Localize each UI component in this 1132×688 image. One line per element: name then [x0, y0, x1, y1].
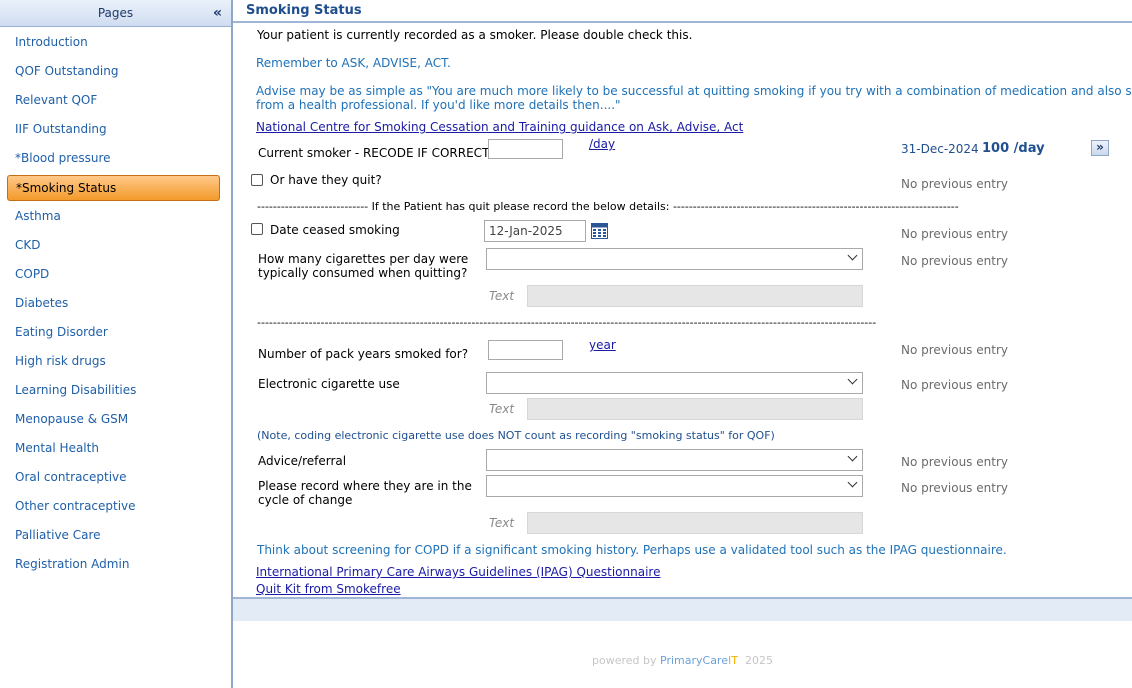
sidebar-title: Pages [97, 6, 134, 20]
cycle-text-field[interactable] [527, 512, 863, 534]
footer-band [233, 597, 1132, 621]
page-title: Smoking Status [246, 3, 362, 18]
current-smoker-input[interactable] [488, 139, 563, 159]
current-smoker-prev-value: 100 /day [982, 141, 1045, 156]
sidebar-item-eating-disorder[interactable]: Eating Disorder [15, 325, 108, 339]
remember-text: Remember to ASK, ADVISE, ACT. [256, 56, 451, 70]
ncsct-link[interactable]: National Centre for Smoking Cessation an… [256, 120, 743, 134]
sidebar-item-asthma[interactable]: Asthma [15, 209, 61, 223]
ecig-text-label: Text [489, 402, 515, 416]
quit-label: Or have they quit? [270, 173, 382, 187]
advice-label: Advice/referral [258, 454, 347, 468]
pack-years-prev-entry: No previous entry [901, 343, 1008, 357]
advise-text-2: from a health professional. If you'd lik… [256, 98, 621, 112]
sidebar-item-ckd[interactable]: CKD [15, 238, 41, 252]
copd-note: Think about screening for COPD if a sign… [257, 543, 1007, 557]
date-ceased-label: Date ceased smoking [270, 223, 400, 237]
quit-divider: ---------------------------- If the Pati… [257, 200, 959, 213]
chevron-down-icon [847, 477, 858, 488]
calendar-icon[interactable] [591, 223, 608, 239]
sidebar-item-qof-outstanding[interactable]: QOF Outstanding [15, 64, 118, 78]
ecig-note: (Note, coding electronic cigarette use d… [257, 429, 775, 442]
chevron-down-icon [847, 250, 858, 261]
pack-years-unit[interactable]: year [589, 338, 616, 352]
quit-checkbox[interactable] [251, 174, 263, 186]
current-smoker-label: Current smoker - RECODE IF CORRECT [258, 146, 490, 160]
powered-by-text: powered by [592, 654, 657, 667]
cycle-select[interactable] [486, 475, 863, 497]
ecig-prev-entry: No previous entry [901, 378, 1008, 392]
cigs-per-day-text-label: Text [489, 289, 515, 303]
sidebar-item-registration-admin[interactable]: Registration Admin [15, 557, 129, 571]
quit-prev-entry: No previous entry [901, 177, 1008, 191]
brand-it: IT [727, 654, 738, 667]
date-ceased-input[interactable] [484, 220, 586, 242]
cycle-prev-entry: No previous entry [901, 481, 1008, 495]
chevron-down-icon [847, 451, 858, 462]
powered-by: powered by PrimaryCareIT 2025 [592, 654, 773, 667]
sidebar-item-diabetes[interactable]: Diabetes [15, 296, 68, 310]
sidebar-item-menopause-gsm[interactable]: Menopause & GSM [15, 412, 128, 426]
ecig-select[interactable] [486, 372, 863, 394]
sidebar-item-mental-health[interactable]: Mental Health [15, 441, 99, 455]
cycle-label: Please record where they are in the [258, 479, 472, 493]
cigs-per-day-text-field[interactable] [527, 285, 863, 307]
sidebar-item-other-contraceptive[interactable]: Other contraceptive [15, 499, 136, 513]
footer-year: 2025 [744, 654, 773, 667]
page-title-bar: Smoking Status [233, 0, 1132, 23]
cycle-text-label: Text [489, 516, 515, 530]
ipag-link[interactable]: International Primary Care Airways Guide… [256, 565, 660, 579]
advice-select[interactable] [486, 449, 863, 471]
sidebar-item-relevant-qof[interactable]: Relevant QOF [15, 93, 97, 107]
cigs-per-day-prev-entry: No previous entry [901, 254, 1008, 268]
ecig-text-field[interactable] [527, 398, 863, 420]
cigs-per-day-select[interactable] [486, 248, 863, 270]
sidebar-item-palliative-care[interactable]: Palliative Care [15, 528, 101, 542]
advice-prev-entry: No previous entry [901, 455, 1008, 469]
sidebar-item-high-risk-drugs[interactable]: High risk drugs [15, 354, 106, 368]
ecig-label: Electronic cigarette use [258, 377, 400, 391]
sidebar-item-introduction[interactable]: Introduction [15, 35, 88, 49]
sidebar-item-iif-outstanding[interactable]: IIF Outstanding [15, 122, 107, 136]
double-chevron-left-icon[interactable]: « [213, 0, 222, 26]
sidebar-item-learning-disabilities[interactable]: Learning Disabilities [15, 383, 136, 397]
intro-text: Your patient is currently recorded as a … [257, 28, 693, 42]
advise-text: Advise may be as simple as "You are much… [256, 84, 1132, 98]
sidebar-item-copd[interactable]: COPD [15, 267, 49, 281]
brand-primarycare: PrimaryCare [660, 654, 728, 667]
cycle-label-2: cycle of change [258, 493, 353, 507]
sidebar: Pages « Introduction QOF Outstanding Rel… [0, 0, 233, 688]
sidebar-item-smoking-status[interactable]: *Smoking Status [7, 175, 220, 201]
cigs-per-day-label-2: typically consumed when quitting? [258, 266, 468, 280]
chevron-down-icon [847, 374, 858, 385]
quit-kit-link[interactable]: Quit Kit from Smokefree [256, 582, 401, 596]
sidebar-item-oral-contraceptive[interactable]: Oral contraceptive [15, 470, 127, 484]
sidebar-item-blood-pressure[interactable]: *Blood pressure [15, 151, 111, 165]
date-ceased-prev-entry: No previous entry [901, 227, 1008, 241]
divider: ----------------------------------------… [257, 316, 877, 329]
current-smoker-prev-date: 31-Dec-2024 [901, 142, 979, 156]
sidebar-header: Pages « [0, 0, 231, 27]
cigs-per-day-label: How many cigarettes per day were [258, 252, 469, 266]
pack-years-label: Number of pack years smoked for? [258, 347, 469, 361]
pack-years-input[interactable] [488, 340, 563, 360]
double-chevron-right-icon[interactable]: » [1091, 140, 1109, 156]
current-smoker-unit[interactable]: /day [589, 137, 615, 151]
date-ceased-checkbox[interactable] [251, 223, 263, 235]
